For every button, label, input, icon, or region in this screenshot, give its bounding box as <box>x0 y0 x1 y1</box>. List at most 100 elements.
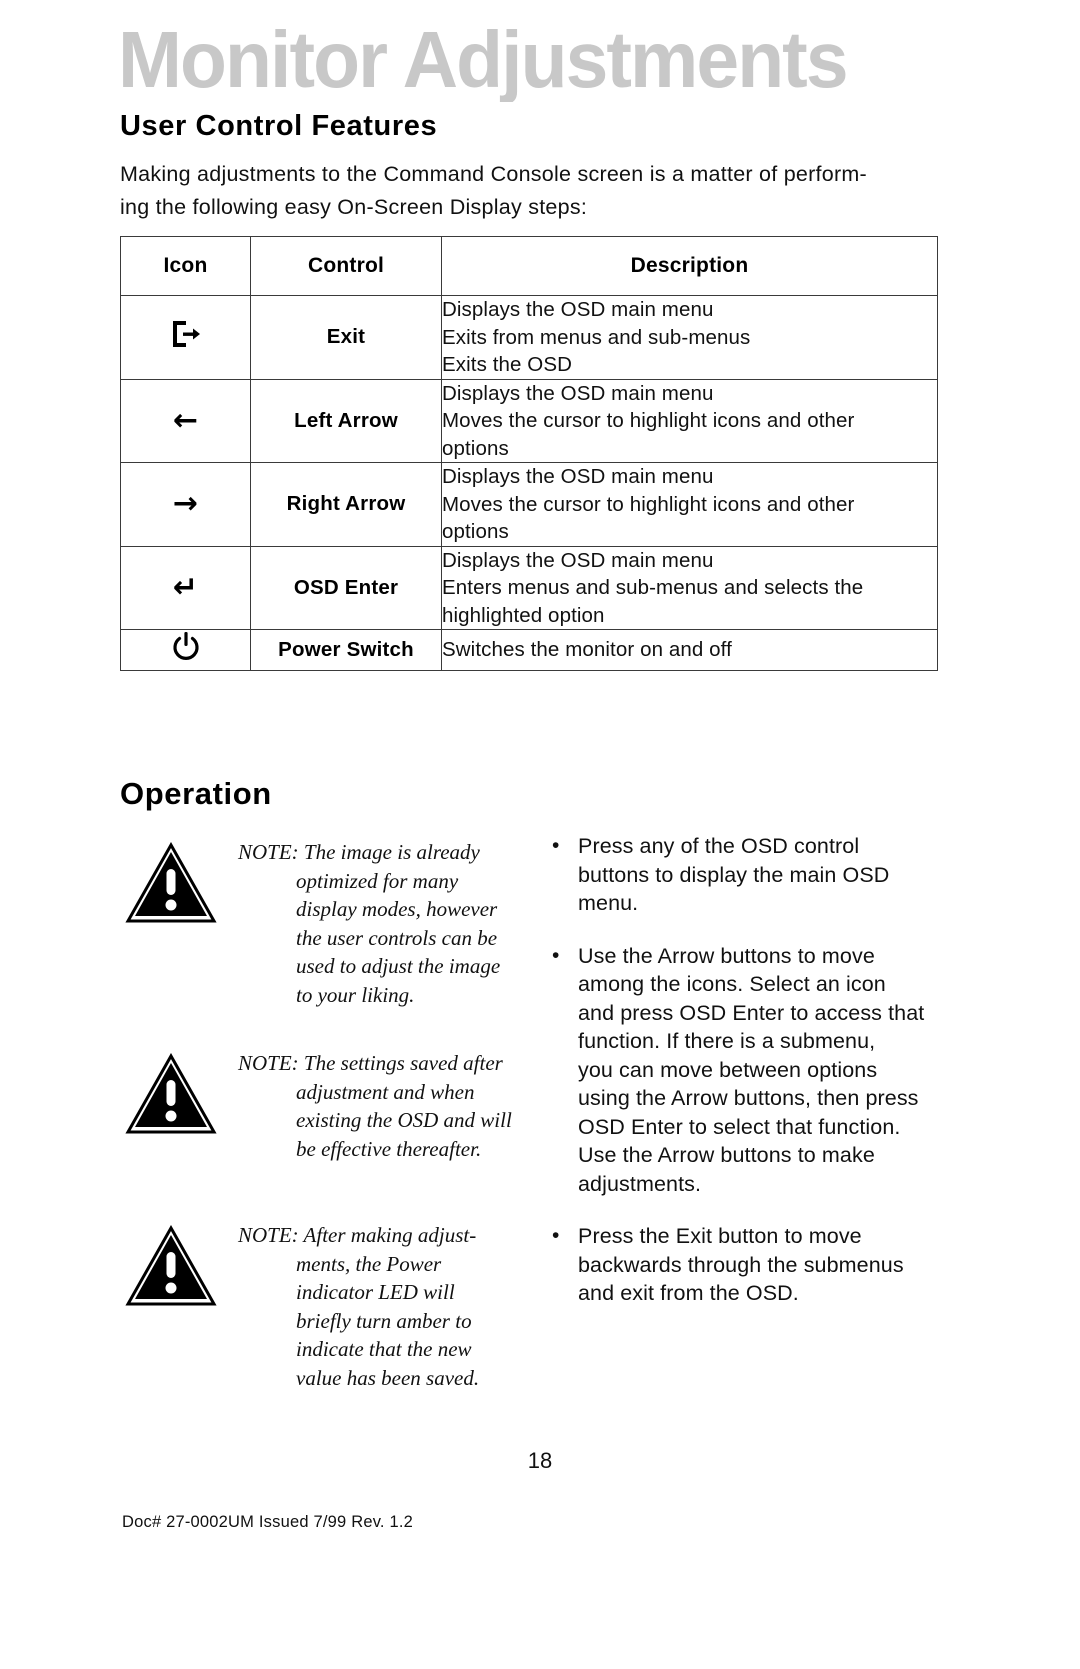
note-line: indicator LED will <box>296 1280 455 1304</box>
notes-column: NOTE: The image is already optimized for… <box>120 838 520 1424</box>
bullet-line: adjustments. <box>578 1171 702 1196</box>
note-text: NOTE: After making adjust- ments, the Po… <box>238 1221 520 1392</box>
note-line: optimized for many <box>296 868 459 893</box>
note-line: NOTE: After making adjust- <box>238 1223 477 1247</box>
table-row: ↵ OSD Enter Displays the OSD main menu E… <box>120 545 938 630</box>
bullet-line: you can move between options <box>578 1057 878 1082</box>
user-control-features-heading: User Control Features <box>120 110 438 142</box>
note-line: value has been saved. <box>296 1365 480 1390</box>
bullet-line: buttons to display the main OSD <box>578 862 890 887</box>
description-cell: Displays the OSD main menu Exits from me… <box>441 295 938 380</box>
description-cell: Displays the OSD main menu Moves the cur… <box>441 462 938 547</box>
description-line: Enters menus and sub-menus and selects t… <box>442 576 864 599</box>
table-row: ← Left Arrow Displays the OSD main menu … <box>120 378 938 463</box>
control-label: Exit <box>250 295 442 380</box>
right-arrow-icon-glyph: → <box>172 486 199 522</box>
bullet-line: Use the Arrow buttons to make <box>578 1143 875 1167</box>
masthead: Monitor Adjustments <box>118 18 978 102</box>
bullet-line: among the icons. Select an icon <box>578 972 886 996</box>
control-label: OSD Enter <box>250 545 442 630</box>
bullet-line: function. If there is a submenu, <box>578 1029 876 1053</box>
table-header-description: Description <box>441 236 938 296</box>
list-item: • Press the Exit button to move backward… <box>546 1222 950 1308</box>
table-row: → Right Arrow Displays the OSD main menu… <box>120 462 938 547</box>
enter-return-arrow-icon-glyph: ↵ <box>172 569 199 605</box>
note-text: NOTE: The settings saved after adjustmen… <box>238 1049 520 1163</box>
description-line: Switches the monitor on and off <box>442 638 732 662</box>
description-line: Moves the cursor to highlight icons and … <box>442 492 855 516</box>
power-symbol-icon-glyph <box>170 630 202 664</box>
warning-triangle-icon <box>125 1052 217 1135</box>
note-item: NOTE: After making adjust- ments, the Po… <box>120 1221 520 1392</box>
note-line: used to adjust the image <box>296 954 501 978</box>
intro-paragraph: Making adjustments to the Command Consol… <box>120 158 932 224</box>
description-cell: Switches the monitor on and off <box>441 629 938 671</box>
note-line: indicate that the new <box>296 1337 472 1361</box>
bullet-line: Press any of the OSD control <box>578 834 860 858</box>
note-item: NOTE: The settings saved after adjustmen… <box>120 1049 520 1163</box>
table-row: Exit Displays the OSD main menu Exits fr… <box>120 295 938 380</box>
user-control-features-table: Icon Control Description Exit Displays t… <box>120 236 938 671</box>
operation-steps-list: • Press any of the OSD control buttons t… <box>546 832 950 1332</box>
note-line: NOTE: The image is already <box>238 840 480 864</box>
right-arrow-icon: → <box>120 462 251 547</box>
operation-heading: Operation <box>120 776 272 811</box>
description-line: Displays the OSD main menu <box>442 548 714 572</box>
bullet-line: and exit from the OSD. <box>578 1281 799 1305</box>
list-item: • Use the Arrow buttons to move among th… <box>546 942 950 1199</box>
description-line: Exits from menus and sub-menus <box>442 325 751 349</box>
document-info: Doc# 27-0002UM Issued 7/99 Rev. 1.2 <box>122 1513 414 1531</box>
control-label: Power Switch <box>250 629 442 671</box>
enter-return-arrow-icon: ↵ <box>120 545 251 630</box>
power-symbol-icon <box>120 629 251 671</box>
masthead-title: Monitor Adjustments <box>118 18 849 102</box>
bullet-line: menu. <box>578 891 639 915</box>
bullet-line: OSD Enter to select that function. <box>578 1114 901 1139</box>
note-line: NOTE: The settings saved after <box>238 1051 503 1075</box>
bullet-icon: • <box>552 834 560 857</box>
bullet-icon: • <box>552 1224 560 1247</box>
note-line: adjustment and when <box>296 1079 475 1104</box>
note-line: ments, the Power <box>296 1251 442 1276</box>
note-line: to your liking. <box>296 982 415 1007</box>
bullet-line: Press the Exit button to move <box>578 1224 862 1248</box>
table-header-icon: Icon <box>120 236 251 296</box>
control-label: Left Arrow <box>250 378 442 463</box>
description-line: options <box>442 436 509 460</box>
bullet-line: using the Arrow buttons, then press <box>578 1086 919 1110</box>
left-arrow-icon-glyph: ← <box>172 402 199 438</box>
note-line: briefly turn amber to <box>296 1308 472 1333</box>
exit-door-icon-glyph <box>169 317 203 351</box>
note-line: existing the OSD and will <box>296 1108 512 1132</box>
intro-line-1: Making adjustments to the Command Consol… <box>120 162 867 186</box>
description-cell: Displays the OSD main menu Moves the cur… <box>441 378 938 463</box>
table-row: Power Switch Switches the monitor on and… <box>120 629 938 671</box>
note-text: NOTE: The image is already optimized for… <box>238 838 520 1009</box>
bullet-line: and press OSD Enter to access that <box>578 1000 925 1025</box>
note-line: be effective thereafter. <box>296 1136 482 1161</box>
intro-line-2: ing the following easy On-Screen Display… <box>120 195 588 219</box>
warning-triangle-icon <box>125 841 217 924</box>
description-line: options <box>442 520 509 543</box>
bullet-line: backwards through the submenus <box>578 1252 904 1277</box>
description-line: Displays the OSD main menu <box>442 465 714 488</box>
exit-door-icon <box>120 295 251 380</box>
bullet-icon: • <box>552 943 560 967</box>
table-header-row: Icon Control Description <box>120 236 938 296</box>
bullet-line: Use the Arrow buttons to move <box>578 943 875 968</box>
note-line: the user controls can be <box>296 925 498 950</box>
page-number: 18 <box>527 1448 553 1473</box>
note-item: NOTE: The image is already optimized for… <box>120 838 520 1009</box>
document-page: Monitor Adjustments User Control Feature… <box>0 0 1080 1669</box>
warning-triangle-icon <box>125 1224 217 1307</box>
description-line: Displays the OSD main menu <box>442 381 714 405</box>
description-line: Exits the OSD <box>442 353 573 376</box>
description-cell: Displays the OSD main menu Enters menus … <box>441 545 938 630</box>
description-line: highlighted option <box>442 603 605 627</box>
table-header-control: Control <box>250 236 442 296</box>
list-item: • Press any of the OSD control buttons t… <box>546 832 950 918</box>
left-arrow-icon: ← <box>120 378 251 463</box>
note-line: display modes, however <box>296 897 498 921</box>
control-label: Right Arrow <box>250 462 442 547</box>
description-line: Moves the cursor to highlight icons and … <box>442 409 855 432</box>
